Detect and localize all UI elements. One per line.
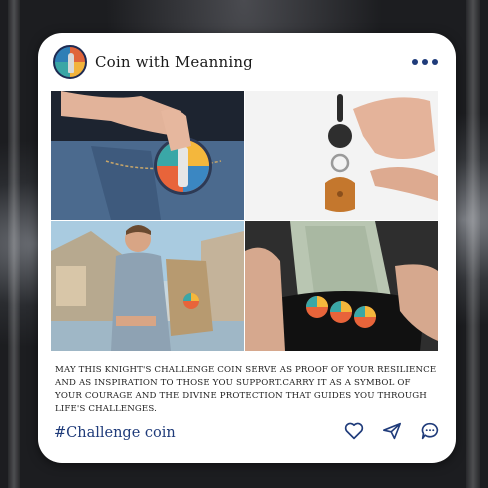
- background-rib: [466, 0, 480, 488]
- background-rib: [8, 0, 20, 488]
- photo-grid: [51, 91, 438, 351]
- post-actions: [344, 422, 440, 440]
- account-name[interactable]: Coin with Meanning: [95, 53, 253, 71]
- hashtag[interactable]: #Challenge coin: [54, 425, 176, 441]
- avatar[interactable]: [53, 45, 87, 79]
- heart-icon[interactable]: [344, 422, 364, 440]
- post-caption: MAY THIS KNIGHT'S CHALLENGE COIN SERVE A…: [55, 365, 437, 414]
- post-header: Coin with Meanning: [38, 33, 456, 91]
- photo-coins-in-wallet[interactable]: [245, 221, 438, 351]
- photo-coin-keychain[interactable]: [245, 91, 438, 220]
- more-icon[interactable]: [410, 56, 440, 68]
- photo-coin-in-jeans-pocket[interactable]: [51, 91, 244, 220]
- photo-man-with-backpack-coin[interactable]: [51, 221, 244, 351]
- post-card: Coin with Meanning MAY THIS KNIGHT'S CHA…: [38, 33, 456, 463]
- send-icon[interactable]: [382, 422, 402, 440]
- comment-icon[interactable]: [420, 422, 440, 440]
